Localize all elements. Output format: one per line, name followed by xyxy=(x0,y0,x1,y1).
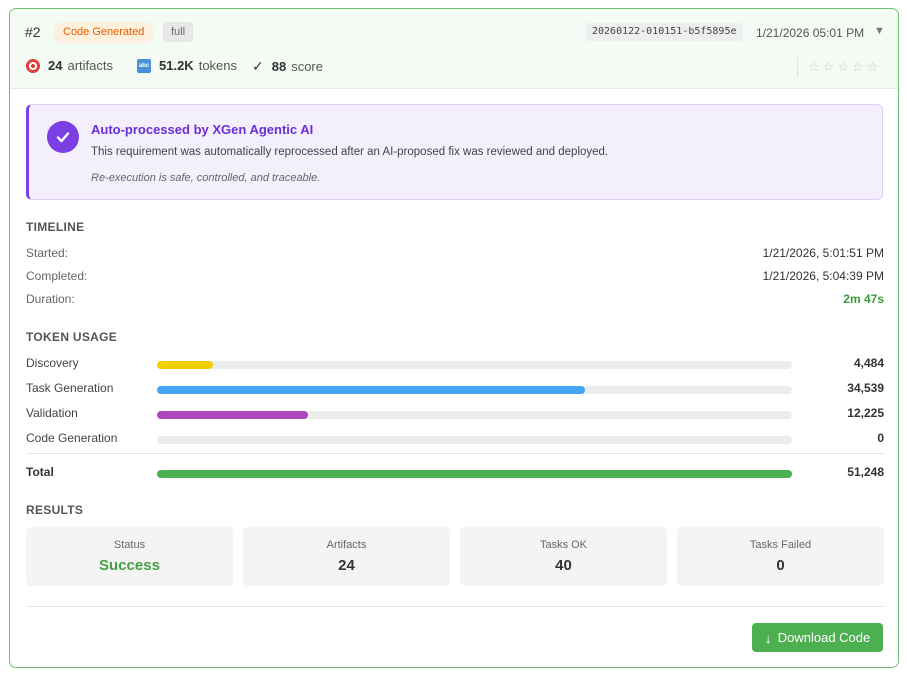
timeline-row: Completed: 1/21/2026, 5:04:39 PM xyxy=(26,269,884,283)
token-value: 34,539 xyxy=(847,381,884,395)
token-bar-track xyxy=(157,386,792,394)
duration-value: 2m 47s xyxy=(843,292,884,306)
run-card: #2 Code Generated full 20260122-010151-b… xyxy=(9,8,899,668)
token-row: Validation 12,225 xyxy=(26,406,884,422)
timeline-label: Completed: xyxy=(26,269,88,283)
star-icon[interactable]: ☆ xyxy=(852,57,864,77)
score-stat: ✓ 88 score xyxy=(252,58,323,75)
timeline-value: 1/21/2026, 5:01:51 PM xyxy=(762,246,884,260)
divider xyxy=(26,453,884,454)
ai-notice-description: This requirement was automatically repro… xyxy=(91,146,609,158)
result-tasks-ok-card: Tasks OK 40 xyxy=(460,527,667,586)
token-value: 4,484 xyxy=(853,356,884,370)
token-value: 12,225 xyxy=(847,406,884,420)
token-bar-fill xyxy=(157,361,213,369)
abc-icon: abc xyxy=(137,58,151,73)
timeline-value: 1/21/2026, 5:04:39 PM xyxy=(762,269,884,283)
download-code-button[interactable]: ↓ Download Code xyxy=(752,623,883,652)
token-bar-track xyxy=(157,361,792,369)
artifacts-stat: 24 artifacts xyxy=(26,58,113,73)
token-label: Code Generation xyxy=(26,431,118,445)
target-icon xyxy=(26,58,40,73)
result-value: Success xyxy=(99,557,160,574)
download-label: Download Code xyxy=(777,630,871,645)
score-count: 88 xyxy=(271,59,287,74)
token-bar-fill xyxy=(157,411,309,419)
timeline-label: Duration: xyxy=(26,292,75,306)
result-tasks-failed-card: Tasks Failed 0 xyxy=(677,527,884,586)
checkmark-icon: ✓ xyxy=(252,58,264,74)
tokens-label: tokens xyxy=(198,58,238,73)
star-icon[interactable]: ☆ xyxy=(823,57,835,77)
star-icon[interactable]: ☆ xyxy=(808,57,820,77)
token-total-bar-fill xyxy=(157,470,792,478)
star-icon[interactable]: ☆ xyxy=(867,57,879,77)
ai-notice: Auto-processed by XGen Agentic AI This r… xyxy=(26,104,883,200)
token-label: Task Generation xyxy=(26,381,114,395)
result-value: 40 xyxy=(555,557,572,574)
token-bar-track xyxy=(157,436,792,444)
result-artifacts-card: Artifacts 24 xyxy=(243,527,450,586)
download-arrow-icon: ↓ xyxy=(764,629,772,646)
result-label: Artifacts xyxy=(326,539,367,551)
token-row: Discovery 4,484 xyxy=(26,356,884,372)
result-value: 0 xyxy=(776,557,785,574)
star-icon[interactable]: ☆ xyxy=(837,57,849,77)
timeline-row: Started: 1/21/2026, 5:01:51 PM xyxy=(26,246,884,260)
token-row: Code Generation 0 xyxy=(26,431,884,447)
results-title: RESULTS xyxy=(26,503,84,517)
run-header[interactable]: #2 Code Generated full 20260122-010151-b… xyxy=(10,9,898,89)
token-total-label: Total xyxy=(26,465,54,479)
tokens-count: 51.2K xyxy=(159,58,194,73)
run-number: #2 xyxy=(25,24,41,40)
artifacts-count: 24 xyxy=(48,58,63,73)
tokens-stat: abc 51.2K tokens xyxy=(137,58,237,73)
token-bar-fill xyxy=(157,386,585,394)
score-label: score xyxy=(291,59,323,74)
token-label: Discovery xyxy=(26,356,79,370)
token-bar-track xyxy=(157,411,792,419)
run-date: 1/21/2026 05:01 PM xyxy=(756,26,865,40)
result-value: 24 xyxy=(338,557,355,574)
ai-notice-title: Auto-processed by XGen Agentic AI xyxy=(91,122,314,137)
divider xyxy=(26,606,884,607)
token-usage-title: TOKEN USAGE xyxy=(26,330,118,344)
check-circle-icon xyxy=(47,121,79,153)
timeline-row: Duration: 2m 47s xyxy=(26,292,884,306)
mode-badge: full xyxy=(163,22,194,42)
token-value: 0 xyxy=(877,431,884,445)
token-total-row: Total 51,248 xyxy=(26,465,884,481)
timeline-label: Started: xyxy=(26,246,69,260)
timeline-title: TIMELINE xyxy=(26,220,85,234)
run-id: 20260122-010151-b5f5895e xyxy=(586,23,743,41)
result-label: Tasks OK xyxy=(539,539,588,551)
status-badge: Code Generated xyxy=(53,22,155,43)
result-label: Tasks Failed xyxy=(749,539,812,551)
token-total-value: 51,248 xyxy=(847,465,884,479)
expand-caret-icon[interactable]: ▼ xyxy=(874,25,885,37)
rating-stars: ☆ ☆ ☆ ☆ ☆ xyxy=(797,57,878,77)
result-label: Status xyxy=(113,539,146,551)
ai-notice-note: Re-execution is safe, controlled, and tr… xyxy=(91,172,321,184)
result-status-card: Status Success xyxy=(26,527,233,586)
artifacts-label: artifacts xyxy=(67,58,113,73)
token-label: Validation xyxy=(26,406,78,420)
token-bar-track xyxy=(157,470,792,478)
token-row: Task Generation 34,539 xyxy=(26,381,884,397)
